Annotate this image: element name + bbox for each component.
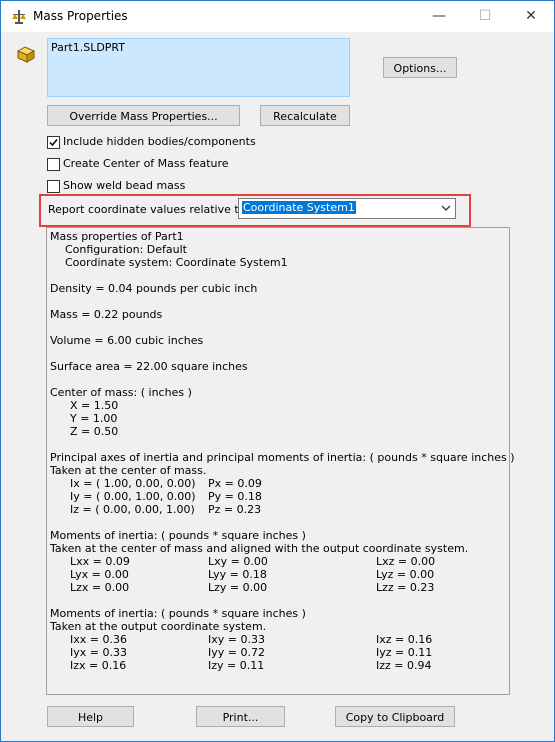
minimize-button[interactable]: — bbox=[416, 1, 462, 32]
moi-value: Lyz = 0.00 bbox=[376, 568, 435, 581]
moi-value: Ixx = 0.36 bbox=[70, 633, 127, 646]
moi-value: Lzz = 0.23 bbox=[376, 581, 435, 594]
recalculate-button[interactable]: Recalculate bbox=[260, 105, 350, 126]
override-mass-properties-button[interactable]: Override Mass Properties... bbox=[47, 105, 240, 126]
com-y: Y = 1.00 bbox=[70, 412, 118, 425]
moi-value: Lyy = 0.18 bbox=[208, 568, 267, 581]
moi-com-subtitle: Taken at the center of mass and aligned … bbox=[50, 542, 469, 555]
com-z: Z = 0.50 bbox=[70, 425, 119, 438]
center-of-mass-title: Center of mass: ( inches ) bbox=[50, 386, 192, 399]
density-line: Density = 0.04 pounds per cubic inch bbox=[50, 282, 258, 295]
checkbox-label: Include hidden bodies/components bbox=[63, 135, 256, 148]
moi-value: Lzy = 0.00 bbox=[208, 581, 268, 594]
title-bar: Mass Properties — ☐ ✕ bbox=[1, 1, 554, 32]
surface-area-line: Surface area = 22.00 square inches bbox=[50, 360, 248, 373]
moi-value: Lxy = 0.00 bbox=[208, 555, 268, 568]
window-title: Mass Properties bbox=[33, 9, 128, 23]
principal-axes-title: Principal axes of inertia and principal … bbox=[50, 451, 515, 464]
mass-properties-window: Mass Properties — ☐ ✕ Part1.SLDPRT Optio… bbox=[0, 0, 555, 742]
part-icon bbox=[16, 46, 36, 63]
moi-value: Ixy = 0.33 bbox=[208, 633, 265, 646]
report-coordinate-label: Report coordinate values relative to: bbox=[48, 203, 250, 216]
chevron-down-icon bbox=[441, 205, 451, 211]
results-panel[interactable]: Mass properties of Part1 Configuration: … bbox=[46, 227, 515, 695]
close-button[interactable]: ✕ bbox=[508, 1, 554, 32]
moi-value: Iyx = 0.33 bbox=[70, 646, 127, 659]
options-button[interactable]: Options... bbox=[383, 57, 457, 78]
coordinate-system-line: Coordinate system: Coordinate System1 bbox=[65, 256, 288, 269]
help-button[interactable]: Help bbox=[47, 706, 134, 727]
moi-value: Izy = 0.11 bbox=[208, 659, 265, 672]
mass-properties-icon bbox=[12, 10, 26, 24]
results-header: Mass properties of Part1 bbox=[50, 230, 184, 243]
moi-value: Izz = 0.94 bbox=[376, 659, 432, 672]
principal-moment: Py = 0.18 bbox=[208, 490, 262, 503]
maximize-button[interactable]: ☐ bbox=[462, 1, 508, 32]
configuration-line: Configuration: Default bbox=[65, 243, 187, 256]
principal-moment: Pz = 0.23 bbox=[208, 503, 262, 516]
selected-items-list[interactable]: Part1.SLDPRT bbox=[47, 38, 350, 97]
dropdown-selected-value: Coordinate System1 bbox=[242, 201, 356, 214]
moi-output-subtitle: Taken at the output coordinate system. bbox=[50, 620, 267, 633]
moi-value: Iyz = 0.11 bbox=[376, 646, 433, 659]
checkbox-unchecked[interactable] bbox=[47, 180, 60, 193]
checkbox-label: Create Center of Mass feature bbox=[63, 157, 229, 170]
moi-value: Lxx = 0.09 bbox=[70, 555, 130, 568]
moi-output-title: Moments of inertia: ( pounds * square in… bbox=[50, 607, 306, 620]
checkbox-checked[interactable] bbox=[47, 136, 60, 149]
selected-part-item[interactable]: Part1.SLDPRT bbox=[51, 41, 125, 54]
principal-axis: Iy = ( 0.00, 1.00, 0.00) bbox=[70, 490, 196, 503]
principal-axes-subtitle: Taken at the center of mass. bbox=[50, 464, 207, 477]
principal-axis: Iz = ( 0.00, 0.00, 1.00) bbox=[70, 503, 195, 516]
com-x: X = 1.50 bbox=[70, 399, 119, 412]
moi-value: Izx = 0.16 bbox=[70, 659, 127, 672]
principal-axis: Ix = ( 1.00, 0.00, 0.00) bbox=[70, 477, 196, 490]
copy-to-clipboard-button[interactable]: Copy to Clipboard bbox=[335, 706, 455, 727]
check-icon bbox=[49, 139, 58, 147]
checkbox-unchecked[interactable] bbox=[47, 158, 60, 171]
moi-value: Ixz = 0.16 bbox=[376, 633, 433, 646]
volume-line: Volume = 6.00 cubic inches bbox=[50, 334, 204, 347]
print-button[interactable]: Print... bbox=[196, 706, 285, 727]
moi-com-title: Moments of inertia: ( pounds * square in… bbox=[50, 529, 306, 542]
mass-line: Mass = 0.22 pounds bbox=[50, 308, 163, 321]
moi-value: Iyy = 0.72 bbox=[208, 646, 265, 659]
coordinate-system-dropdown[interactable]: Coordinate System1 bbox=[238, 198, 456, 219]
moi-value: Lyx = 0.00 bbox=[70, 568, 129, 581]
checkbox-label: Show weld bead mass bbox=[63, 179, 186, 192]
principal-moment: Px = 0.09 bbox=[208, 477, 262, 490]
moi-value: Lzx = 0.00 bbox=[70, 581, 130, 594]
moi-value: Lxz = 0.00 bbox=[376, 555, 436, 568]
